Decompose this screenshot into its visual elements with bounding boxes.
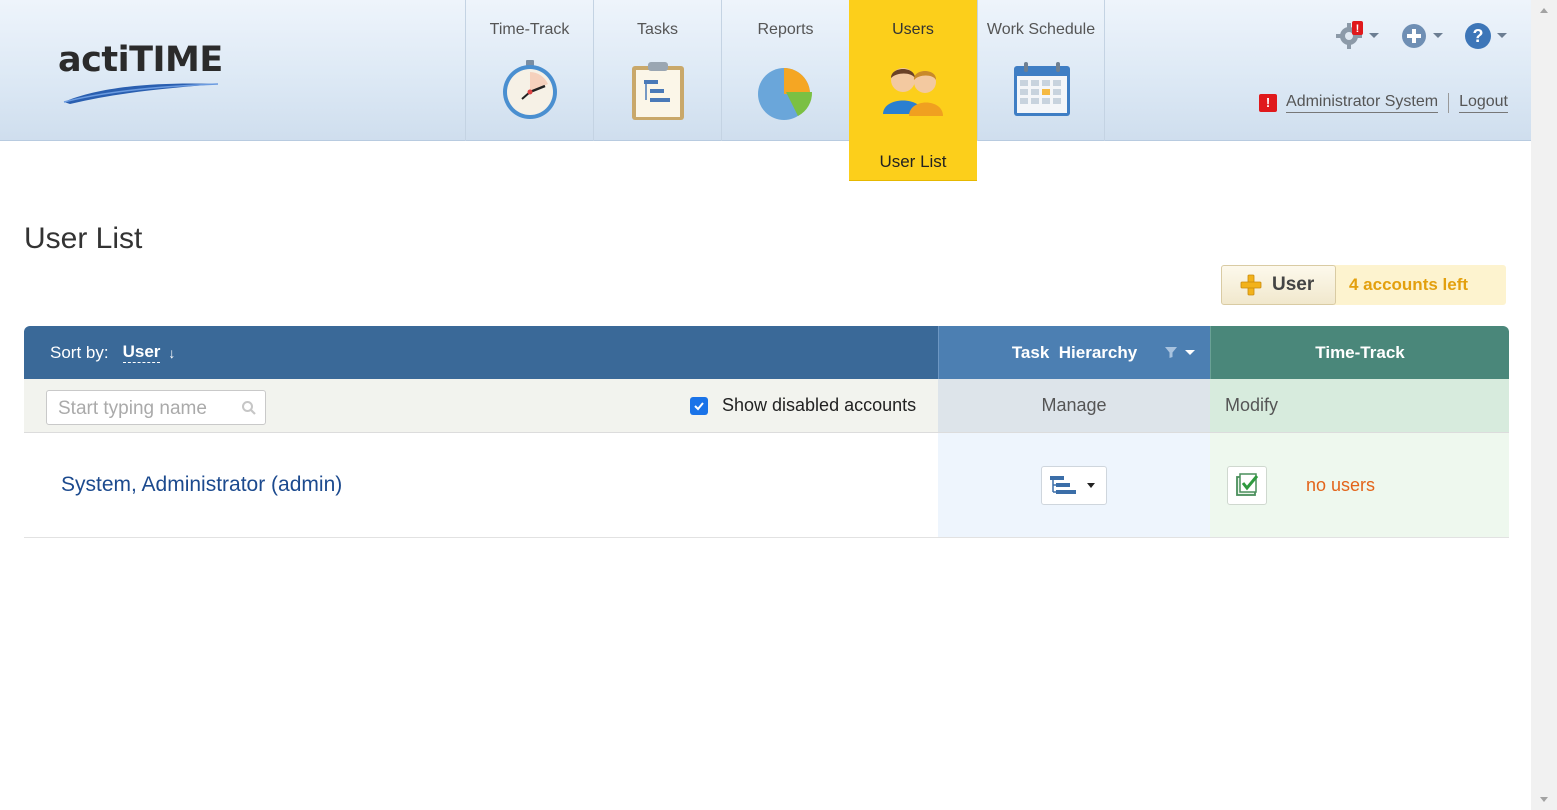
nav-label: Reports <box>757 21 814 38</box>
main-nav: Time-Track Tasks Reports Users User List… <box>465 0 1105 181</box>
calendar-icon <box>1014 62 1070 116</box>
actitime-logo[interactable]: actiTIME <box>58 40 228 104</box>
chevron-down-icon <box>1433 32 1443 38</box>
show-disabled-toggle[interactable]: Show disabled accounts <box>690 395 916 416</box>
profile-link[interactable]: Administrator System <box>1286 93 1439 113</box>
add-circle-icon <box>1402 24 1426 48</box>
scroll-up-arrow-icon[interactable] <box>1540 8 1548 13</box>
filter-user-cell: Start typing name Show disabled accounts <box>24 379 938 432</box>
logout-link[interactable]: Logout <box>1459 93 1508 113</box>
search-icon <box>242 401 256 415</box>
settings-menu-button[interactable]: ! <box>1335 20 1387 50</box>
vertical-scrollbar[interactable] <box>1531 0 1557 810</box>
chevron-down-icon <box>1185 349 1195 355</box>
sort-header: Sort by: User ↓ <box>24 326 938 379</box>
modify-time-track-button[interactable] <box>1227 465 1267 505</box>
pie-chart-icon <box>758 68 813 120</box>
filter-button[interactable] <box>1164 345 1195 359</box>
accounts-left-badge: 4 accounts left <box>1334 265 1506 305</box>
manage-label: Manage <box>938 379 1210 432</box>
add-user-label: User <box>1272 274 1315 295</box>
column-title: Task Hierarchy <box>1011 342 1138 362</box>
sort-by-label: Sort by: <box>50 342 109 362</box>
help-circle-icon: ? <box>1465 23 1491 49</box>
add-user-button[interactable]: User <box>1221 265 1336 305</box>
add-menu-button[interactable] <box>1399 20 1451 50</box>
chevron-down-icon <box>1369 32 1379 38</box>
sort-by-selector[interactable]: User <box>122 342 161 363</box>
table-header: Sort by: User ↓ Task Hierarchy Time-Trac… <box>24 326 1509 379</box>
plus-icon <box>1240 274 1262 296</box>
nav-label: Time-Track <box>489 21 570 38</box>
task-hierarchy-cell <box>938 433 1210 537</box>
search-input[interactable]: Start typing name <box>46 390 266 425</box>
user-box: ! Administrator System Logout <box>1259 93 1508 113</box>
checkmark-icon <box>694 401 704 410</box>
clipboard-tasks-icon <box>632 62 684 120</box>
nav-sub-user-list[interactable]: User List <box>849 152 977 172</box>
nav-time-track[interactable]: Time-Track <box>465 0 593 141</box>
table-row: System, Administrator (admin) no users <box>24 433 1509 538</box>
column-task-hierarchy: Task Hierarchy <box>938 326 1210 379</box>
user-name-link[interactable]: System, Administrator (admin) <box>61 473 342 497</box>
scroll-down-arrow-icon[interactable] <box>1540 797 1548 802</box>
svg-text:!: ! <box>1356 23 1360 35</box>
hierarchy-icon <box>1050 476 1076 494</box>
modify-label: Modify <box>1210 379 1509 432</box>
user-cell: System, Administrator (admin) <box>24 433 938 537</box>
show-disabled-checkbox[interactable] <box>690 396 708 415</box>
nav-label: Tasks <box>637 21 678 38</box>
nav-users[interactable]: Users User List <box>849 0 977 181</box>
time-track-status: no users <box>1306 474 1376 495</box>
nav-tasks[interactable]: Tasks <box>593 0 721 141</box>
nav-label: Users <box>892 21 934 38</box>
task-hierarchy-dropdown[interactable] <box>1041 465 1107 505</box>
chevron-down-icon <box>1087 482 1095 488</box>
user-table: Sort by: User ↓ Task Hierarchy Time-Trac… <box>24 326 1509 538</box>
nav-label: Work Schedule <box>986 21 1096 38</box>
top-header: actiTIME Time-Track Tasks Reports Users … <box>0 0 1531 181</box>
divider <box>1448 93 1450 113</box>
logo-swoosh-icon <box>63 83 219 104</box>
page-title: User List <box>24 222 143 255</box>
nav-work-schedule[interactable]: Work Schedule <box>977 0 1105 141</box>
stopwatch-icon <box>503 60 557 119</box>
show-disabled-label: Show disabled accounts <box>722 395 917 415</box>
users-icon <box>883 68 943 116</box>
time-track-cell: no users <box>1210 433 1509 537</box>
svg-text:?: ? <box>1473 26 1484 46</box>
logo-text: actiTIME <box>58 40 223 80</box>
edit-check-icon <box>1236 473 1259 496</box>
filter-row: Start typing name Show disabled accounts… <box>24 379 1509 433</box>
chevron-down-icon <box>1497 32 1507 38</box>
search-placeholder: Start typing name <box>58 398 207 419</box>
nav-reports[interactable]: Reports <box>721 0 849 141</box>
column-time-track: Time-Track <box>1210 326 1509 379</box>
filter-icon <box>1165 347 1177 358</box>
header-tools: ! ? <box>1335 20 1515 50</box>
help-menu-button[interactable]: ? <box>1463 20 1515 50</box>
sort-down-arrow-icon[interactable]: ↓ <box>168 345 175 361</box>
alert-icon[interactable]: ! <box>1259 94 1278 112</box>
settings-gear-icon: ! <box>1336 21 1363 49</box>
